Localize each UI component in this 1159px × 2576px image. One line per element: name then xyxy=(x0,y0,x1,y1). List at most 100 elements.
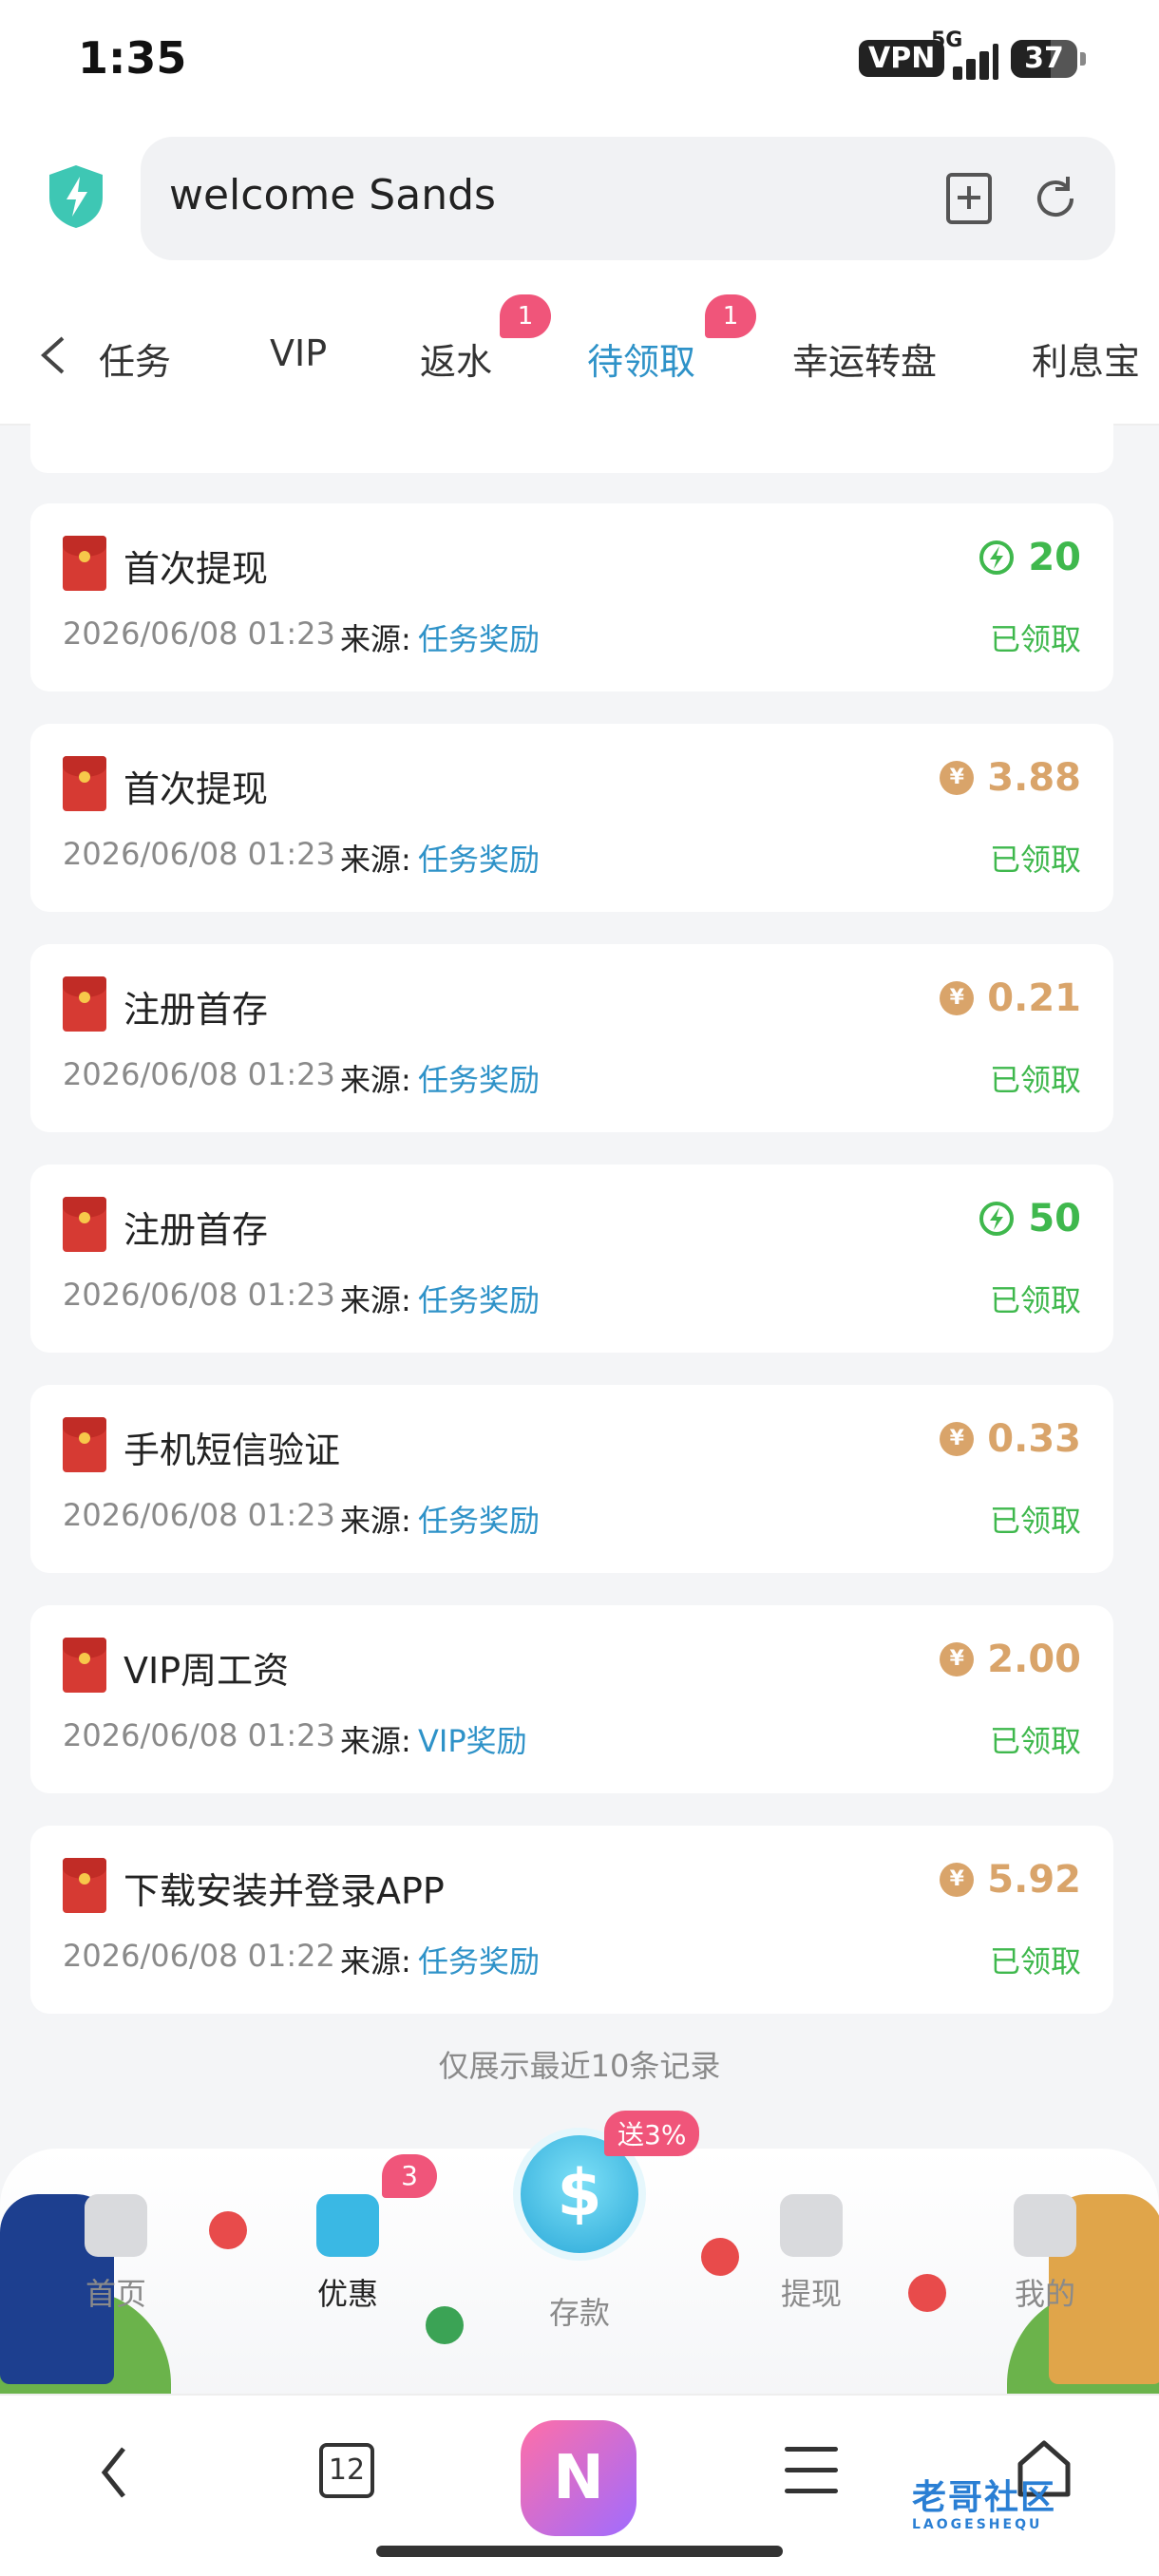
record-source-label: 来源: xyxy=(340,1943,411,1979)
record-source-label: 来源: xyxy=(340,1503,411,1539)
back-icon[interactable] xyxy=(91,2439,139,2506)
record-date: 2026/06/08 01:22 xyxy=(63,1938,335,1974)
record-status: 已领取 xyxy=(989,1062,1081,1098)
record-amount: ¥2.00 xyxy=(940,1638,1081,1681)
record-card[interactable]: 首次提现 2026/06/08 01:23 来源: 任务奖励 ¥3.88 已领取 xyxy=(30,724,1113,912)
status-bar: 1:35 VPN 5G 37 xyxy=(0,0,1159,123)
coin-icon: ¥ xyxy=(940,981,975,1015)
record-source: 任务奖励 xyxy=(418,1062,541,1098)
tab-rebate-badge: 1 xyxy=(500,294,551,338)
record-amount: ¥0.33 xyxy=(940,1417,1081,1461)
tab-tasks[interactable]: 任务 xyxy=(99,332,171,385)
decoration-icon xyxy=(701,2238,739,2276)
record-card[interactable]: VIP周工资 2026/06/08 01:23 来源: VIP奖励 ¥2.00 已领取 xyxy=(30,1605,1113,1793)
record-status: 已领取 xyxy=(989,1503,1081,1539)
category-tabs: 任务 VIP 返水 1 待领取 1 幸运转盘 利息宝 xyxy=(0,285,1159,426)
tab-count-button[interactable]: 12 xyxy=(319,2443,374,2498)
record-source: 任务奖励 xyxy=(418,1503,541,1539)
nav-promo[interactable]: 优惠 xyxy=(281,2194,414,2314)
signal-icon xyxy=(936,42,998,80)
record-status: 已领取 xyxy=(989,842,1081,878)
record-date: 2026/06/08 01:23 xyxy=(63,1497,335,1533)
record-source-label: 来源: xyxy=(340,1062,411,1098)
nav-promo-badge: 3 xyxy=(382,2154,437,2198)
record-amount: 20 xyxy=(978,536,1081,579)
url-text[interactable]: welcome Sands xyxy=(169,171,496,219)
address-bar[interactable]: welcome Sands xyxy=(141,137,1115,260)
tab-vip[interactable]: VIP xyxy=(270,332,327,374)
home-indicator[interactable] xyxy=(376,2546,783,2557)
record-source: 任务奖励 xyxy=(418,621,541,657)
add-bookmark-icon[interactable] xyxy=(939,167,1001,230)
watermark-logo: 老哥社区 LAOGESHEQU xyxy=(912,2478,1057,2532)
coin-icon: ¥ xyxy=(940,761,975,795)
deposit-bonus-tag: 送3% xyxy=(604,2111,700,2156)
chevron-left-icon[interactable] xyxy=(34,334,72,376)
record-status: 已领取 xyxy=(989,1282,1081,1318)
record-amount-value: 5.92 xyxy=(987,1858,1081,1902)
nav-home[interactable]: 首页 xyxy=(49,2194,182,2314)
record-status: 已领取 xyxy=(989,621,1081,657)
upload-icon xyxy=(780,2194,843,2257)
record-title: 注册首存 xyxy=(124,989,269,1031)
record-amount-value: 3.88 xyxy=(987,756,1081,800)
reload-icon[interactable] xyxy=(1024,167,1087,230)
record-amount: ¥3.88 xyxy=(940,756,1081,800)
coin-icon: ¥ xyxy=(940,1642,975,1676)
nav-withdraw-label: 提现 xyxy=(780,2276,842,2312)
red-envelope-icon xyxy=(63,1417,106,1472)
record-card[interactable]: 下载安装并登录APP 2026/06/08 01:22 来源: 任务奖励 ¥5.92 已领… xyxy=(30,1826,1113,2014)
record-title: 首次提现 xyxy=(124,768,269,810)
record-title: 下载安装并登录APP xyxy=(124,1870,445,1912)
shield-icon[interactable] xyxy=(46,163,106,230)
record-source-label: 来源: xyxy=(340,842,411,878)
decoration-icon xyxy=(908,2274,946,2312)
record-title: 注册首存 xyxy=(124,1209,269,1251)
tab-pending-badge: 1 xyxy=(705,294,756,338)
record-card[interactable]: 首次提现 2026/06/08 01:23 来源: 任务奖励 20 已领取 xyxy=(30,503,1113,691)
record-source: VIP奖励 xyxy=(418,1723,527,1759)
record-title: 手机短信验证 xyxy=(124,1430,341,1471)
record-date: 2026/06/08 01:23 xyxy=(63,836,335,872)
red-envelope-icon xyxy=(63,976,106,1032)
home-icon xyxy=(85,2194,147,2257)
nav-home-label: 首页 xyxy=(85,2276,146,2312)
nav-withdraw[interactable]: 提现 xyxy=(745,2194,878,2314)
red-envelope-icon xyxy=(63,1638,106,1693)
bolt-icon xyxy=(979,540,1015,575)
record-title: VIP周工资 xyxy=(124,1650,290,1692)
menu-icon[interactable] xyxy=(785,2447,838,2494)
user-icon xyxy=(1014,2194,1076,2257)
tab-rebate[interactable]: 返水 xyxy=(420,332,492,385)
coin-icon: ¥ xyxy=(940,1863,975,1897)
record-card[interactable]: 手机短信验证 2026/06/08 01:23 来源: 任务奖励 ¥0.33 已领取 xyxy=(30,1385,1113,1573)
record-card[interactable]: 注册首存 2026/06/08 01:23 来源: 任务奖励 ¥0.21 已领取 xyxy=(30,944,1113,1132)
record-card-partial xyxy=(30,418,1113,473)
record-card[interactable]: 注册首存 2026/06/08 01:23 来源: 任务奖励 50 已领取 xyxy=(30,1165,1113,1353)
record-source: 任务奖励 xyxy=(418,1943,541,1979)
tab-pending[interactable]: 待领取 xyxy=(587,332,695,385)
record-amount-value: 0.21 xyxy=(987,976,1081,1020)
tab-lucky-wheel[interactable]: 幸运转盘 xyxy=(792,332,937,385)
record-source-label: 来源: xyxy=(340,621,411,657)
record-source: 任务奖励 xyxy=(418,1282,541,1318)
tab-interest[interactable]: 利息宝 xyxy=(1032,332,1140,385)
status-time: 1:35 xyxy=(78,32,187,84)
record-date: 2026/06/08 01:23 xyxy=(63,1056,335,1092)
nav-mine[interactable]: 我的 xyxy=(978,2194,1112,2314)
decoration-icon xyxy=(426,2306,464,2344)
record-status: 已领取 xyxy=(989,1723,1081,1759)
record-status: 已领取 xyxy=(989,1943,1081,1979)
bolt-icon xyxy=(979,1202,1015,1236)
nav-deposit-label[interactable]: 存款 xyxy=(513,2289,646,2333)
red-envelope-icon xyxy=(63,1197,106,1252)
record-amount: ¥5.92 xyxy=(940,1858,1081,1902)
footer-note: 仅展示最近10条记录 xyxy=(438,2048,721,2084)
browser-app-icon[interactable]: N xyxy=(521,2420,636,2536)
record-amount-value: 2.00 xyxy=(987,1638,1081,1681)
coin-icon: ¥ xyxy=(940,1422,975,1456)
record-amount-value: 0.33 xyxy=(987,1417,1081,1461)
red-envelope-icon xyxy=(63,1858,106,1913)
battery-icon: 37 xyxy=(1011,40,1086,78)
red-envelope-icon xyxy=(63,756,106,811)
